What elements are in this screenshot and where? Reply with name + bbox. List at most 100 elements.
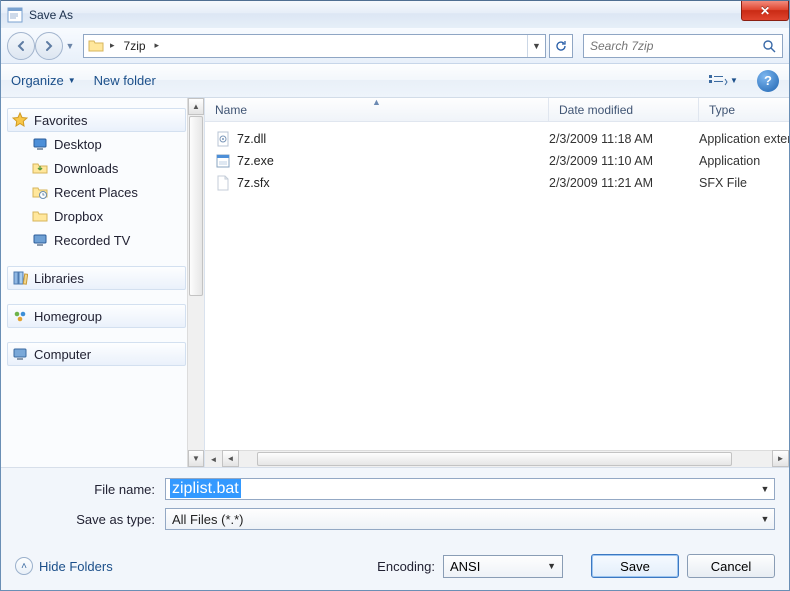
chevron-right-icon[interactable]: ▸ (106, 40, 119, 51)
sidebar-item-label: Dropbox (54, 209, 103, 224)
file-date: 2/3/2009 11:18 AM (549, 132, 699, 146)
filename-label: File name: (15, 482, 165, 497)
forward-button[interactable] (35, 32, 63, 60)
organize-button[interactable]: Organize ▼ (11, 73, 76, 88)
savetype-label: Save as type: (15, 512, 165, 527)
navigation-pane: Favorites Desktop Downloads Recent Places D… (1, 98, 205, 467)
nav-header-favorites[interactable]: Favorites (7, 108, 186, 132)
sidebar-item-label: Recorded TV (54, 233, 130, 248)
bottom-panel: File name: ziplist.bat ▼ Save as type: A… (1, 467, 789, 590)
cancel-button[interactable]: Cancel (687, 554, 775, 578)
refresh-button[interactable] (549, 34, 573, 58)
file-list-area: Name ▲ Date modified Type 7z.dll2/3/2009… (205, 98, 789, 467)
help-button[interactable]: ? (757, 70, 779, 92)
scroll-right-button[interactable]: ► (772, 450, 789, 467)
encoding-combo[interactable]: ANSI ▼ (443, 555, 563, 578)
savetype-value: All Files (*.*) (166, 512, 756, 527)
scroll-left-button[interactable]: ◄ (222, 450, 239, 467)
sidebar-item-downloads[interactable]: Downloads (7, 156, 186, 180)
file-row[interactable]: 7z.sfx 2/3/2009 11:21 AMSFX File (205, 172, 789, 194)
encoding-label: Encoding: (377, 559, 435, 574)
refresh-icon (554, 39, 568, 53)
column-type[interactable]: Type (699, 98, 789, 121)
desktop-icon (32, 136, 48, 152)
sidebar-item-desktop[interactable]: Desktop (7, 132, 186, 156)
sidebar-item-label: Downloads (54, 161, 118, 176)
file-row[interactable]: 7z.dll2/3/2009 11:18 AMApplication exten… (205, 128, 789, 150)
file-type: Application (699, 154, 789, 168)
sidebar-item-recorded-tv[interactable]: Recorded TV (7, 228, 186, 252)
sidebar-item-label: Desktop (54, 137, 102, 152)
file-type: Application extension (699, 132, 789, 146)
help-icon: ? (764, 73, 772, 88)
breadcrumb-current[interactable]: 7zip (119, 35, 151, 57)
sidebar-item-label: Recent Places (54, 185, 138, 200)
hide-folders-button[interactable]: ˄ Hide Folders (15, 557, 113, 575)
chevron-right-icon[interactable]: ▸ (151, 40, 164, 51)
horizontal-scrollbar[interactable]: ◄ ◄ ► (205, 450, 789, 467)
chevron-down-icon[interactable]: ▼ (756, 509, 774, 529)
folder-icon (88, 38, 104, 54)
titlebar: Save As ✕ (1, 0, 789, 28)
body: Favorites Desktop Downloads Recent Places D… (1, 98, 789, 467)
address-bar[interactable]: ▸ 7zip ▸ ▼ (83, 34, 546, 58)
back-button[interactable] (7, 32, 35, 60)
search-input[interactable] (590, 39, 762, 53)
column-name[interactable]: Name ▲ (205, 98, 549, 121)
close-button[interactable]: ✕ (741, 1, 789, 21)
address-dropdown[interactable]: ▼ (527, 35, 545, 57)
recent-icon (32, 184, 48, 200)
navpane-scrollbar[interactable]: ▲ ▼ (187, 98, 204, 467)
nav-header-computer[interactable]: Computer (7, 342, 186, 366)
save-button[interactable]: Save (591, 554, 679, 578)
chevron-down-icon[interactable]: ▼ (547, 561, 556, 571)
app-icon (7, 7, 23, 23)
nav-history: ▼ (7, 32, 77, 60)
toolbar: Organize ▼ New folder ▼ ? (1, 64, 789, 98)
window-title: Save As (29, 8, 73, 22)
exe-icon (215, 153, 231, 169)
column-date-modified[interactable]: Date modified (549, 98, 699, 121)
close-icon: ✕ (760, 4, 770, 18)
homegroup-icon (12, 308, 28, 324)
scroll-up-button[interactable]: ▲ (188, 98, 204, 115)
tv-icon (32, 232, 48, 248)
file-name: 7z.sfx (237, 176, 270, 190)
scroll-down-button[interactable]: ▼ (188, 450, 204, 467)
chevron-up-icon: ˄ (15, 557, 33, 575)
history-dropdown[interactable]: ▼ (63, 32, 77, 60)
savetype-combo[interactable]: All Files (*.*) ▼ (165, 508, 775, 530)
file-type: SFX File (699, 176, 789, 190)
scroll-thumb[interactable] (189, 116, 203, 296)
column-headers: Name ▲ Date modified Type (205, 98, 789, 122)
star-icon (12, 112, 28, 128)
chevron-down-icon[interactable]: ▼ (756, 479, 774, 499)
file-date: 2/3/2009 11:10 AM (549, 154, 699, 168)
encoding-value: ANSI (450, 559, 480, 574)
list-view-icon (708, 74, 728, 88)
navigation-bar: ▼ ▸ 7zip ▸ ▼ (1, 28, 789, 64)
sort-ascending-icon: ▲ (372, 97, 381, 107)
nav-group-favorites: Favorites Desktop Downloads Recent Places D… (7, 108, 204, 252)
sidebar-item-recent-places[interactable]: Recent Places (7, 180, 186, 204)
libraries-icon (12, 270, 28, 286)
new-folder-button[interactable]: New folder (94, 73, 156, 88)
scroll-thumb[interactable] (257, 452, 732, 466)
computer-icon (12, 346, 28, 362)
filename-combo[interactable]: ziplist.bat ▼ (165, 478, 775, 500)
chevron-down-icon: ▼ (68, 76, 76, 85)
nav-header-libraries[interactable]: Libraries (7, 266, 186, 290)
nav-header-homegroup[interactable]: Homegroup (7, 304, 186, 328)
file-name: 7z.exe (237, 154, 274, 168)
scroll-track[interactable] (239, 450, 772, 467)
view-options-button[interactable]: ▼ (707, 70, 739, 92)
save-as-dialog: Save As ✕ ▼ ▸ 7zip ▸ ▼ (0, 0, 790, 591)
filename-input[interactable]: ziplist.bat (170, 479, 241, 498)
file-row[interactable]: 7z.exe 2/3/2009 11:10 AMApplication (205, 150, 789, 172)
sidebar-item-dropbox[interactable]: Dropbox (7, 204, 186, 228)
file-icon (215, 175, 231, 191)
search-box[interactable] (583, 34, 783, 58)
file-date: 2/3/2009 11:21 AM (549, 176, 699, 190)
dll-icon (215, 131, 231, 147)
scroll-left-button[interactable]: ◄ (205, 450, 222, 467)
